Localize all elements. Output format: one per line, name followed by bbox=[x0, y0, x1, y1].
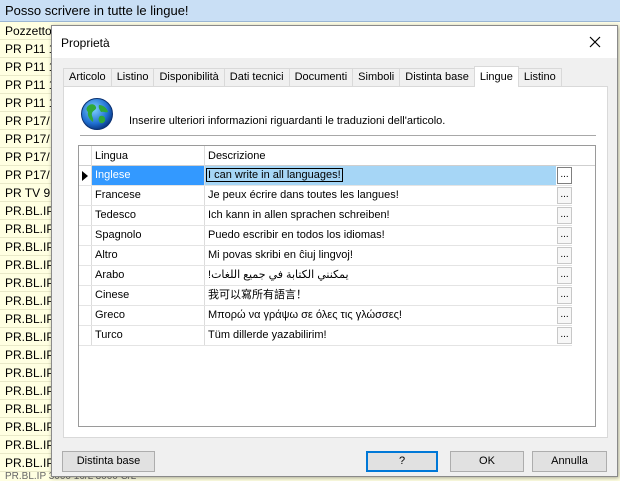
grid-header: Lingua Descrizione bbox=[79, 146, 595, 166]
row-indicator[interactable] bbox=[79, 186, 92, 205]
row-indicator[interactable] bbox=[79, 266, 92, 285]
lingua-cell[interactable]: Spagnolo bbox=[92, 226, 205, 245]
close-button[interactable] bbox=[573, 26, 617, 58]
table-row[interactable]: Altro Mi povas skribi en ĉiuj lingvoj!... bbox=[79, 246, 572, 266]
row-indicator[interactable] bbox=[79, 246, 92, 265]
table-row[interactable]: Inglese I can write in all languages!... bbox=[79, 166, 572, 186]
tab-listino[interactable]: Listino bbox=[110, 68, 155, 87]
ok-button[interactable]: OK bbox=[450, 451, 524, 472]
descrizione-cell[interactable]: 我可以寫所有語言！ bbox=[205, 286, 556, 305]
info-text: Inserire ulteriori informazioni riguarda… bbox=[129, 115, 446, 127]
tab-lingue[interactable]: Lingue bbox=[473, 66, 519, 87]
tab-simboli[interactable]: Simboli bbox=[352, 68, 401, 87]
table-row[interactable]: Turco Tüm dillerde yazabilirim!... bbox=[79, 326, 572, 346]
lingua-cell[interactable]: Cinese bbox=[92, 286, 205, 305]
row-indicator[interactable] bbox=[79, 326, 92, 345]
ellipsis-button[interactable]: ... bbox=[557, 267, 572, 284]
table-row[interactable]: Tedesco Ich kann in allen sprachen schrei… bbox=[79, 206, 572, 226]
table-row[interactable]: Greco Μπορώ να γράψω σε όλες τις γλώσσες!… bbox=[79, 306, 572, 326]
lingua-cell[interactable]: Altro bbox=[92, 246, 205, 265]
help-button[interactable]: ? bbox=[366, 451, 438, 472]
ellipsis-button[interactable]: ... bbox=[557, 167, 572, 184]
column-header-descrizione[interactable]: Descrizione bbox=[205, 146, 571, 166]
current-row-arrow-icon bbox=[82, 171, 88, 181]
row-indicator[interactable] bbox=[79, 286, 92, 305]
close-icon bbox=[589, 36, 601, 48]
descrizione-text: Je peux écrire dans toutes les langues! bbox=[208, 189, 399, 201]
descrizione-cell[interactable]: Ich kann in allen sprachen schreiben! bbox=[205, 206, 556, 225]
divider bbox=[80, 135, 596, 136]
tab-panel-lingue: Inserire ulteriori informazioni riguarda… bbox=[63, 86, 608, 438]
translations-grid: Lingua Descrizione Inglese I can write in… bbox=[78, 145, 596, 427]
globe-icon bbox=[81, 98, 113, 130]
descrizione-text: Ich kann in allen sprachen schreiben! bbox=[208, 209, 390, 221]
descrizione-cell[interactable]: I can write in all languages! bbox=[205, 166, 556, 185]
distinta-base-button[interactable]: Distinta base bbox=[62, 451, 155, 472]
properties-dialog: Proprietà Articolo Listino Disponibilità Da… bbox=[51, 25, 618, 477]
descrizione-cell[interactable]: Μπορώ να γράψω σε όλες τις γλώσσες! bbox=[205, 306, 556, 325]
tab-disponibilit-[interactable]: Disponibilità bbox=[153, 68, 225, 87]
table-row[interactable]: Francese Je peux écrire dans toutes les l… bbox=[79, 186, 572, 206]
descrizione-text: Μπορώ να γράψω σε όλες τις γλώσσες! bbox=[208, 309, 402, 321]
descrizione-text: Tüm dillerde yazabilirim! bbox=[208, 329, 327, 341]
dialog-title: Proprietà bbox=[61, 36, 110, 50]
descrizione-text[interactable]: I can write in all languages! bbox=[206, 168, 343, 182]
row-indicator-header bbox=[79, 146, 92, 166]
ellipsis-button[interactable]: ... bbox=[557, 227, 572, 244]
descrizione-cell[interactable]: !يمكنني الكتابة في جميع اللغات bbox=[205, 266, 556, 285]
descrizione-cell[interactable]: Mi povas skribi en ĉiuj lingvoj! bbox=[205, 246, 556, 265]
tab-listino-2[interactable]: Listino bbox=[517, 68, 562, 87]
annulla-button[interactable]: Annulla bbox=[532, 451, 607, 472]
descrizione-cell[interactable]: Je peux écrire dans toutes les langues! bbox=[205, 186, 556, 205]
lingua-cell[interactable]: Greco bbox=[92, 306, 205, 325]
descrizione-cell[interactable]: Tüm dillerde yazabilirim! bbox=[205, 326, 556, 345]
descrizione-text: 我可以寫所有語言！ bbox=[208, 289, 307, 301]
tab-articolo[interactable]: Articolo bbox=[63, 68, 112, 87]
descrizione-text: !يمكنني الكتابة في جميع اللغات bbox=[208, 269, 349, 281]
tab-documenti[interactable]: Documenti bbox=[288, 68, 354, 87]
ellipsis-button[interactable]: ... bbox=[557, 307, 572, 324]
lingua-cell[interactable]: Turco bbox=[92, 326, 205, 345]
table-row[interactable]: Arabo !يمكنني الكتابة في جميع اللغات... bbox=[79, 266, 572, 286]
ellipsis-button[interactable]: ... bbox=[557, 287, 572, 304]
row-indicator[interactable] bbox=[79, 206, 92, 225]
descrizione-text: Mi povas skribi en ĉiuj lingvoj! bbox=[208, 249, 353, 261]
row-indicator[interactable] bbox=[79, 166, 92, 185]
lingua-cell[interactable]: Arabo bbox=[92, 266, 205, 285]
descrizione-cell[interactable]: Puedo escribir en todos los idiomas! bbox=[205, 226, 556, 245]
column-header-lingua[interactable]: Lingua bbox=[92, 146, 205, 166]
row-indicator[interactable] bbox=[79, 226, 92, 245]
descrizione-text: Puedo escribir en todos los idiomas! bbox=[208, 229, 385, 241]
ellipsis-button[interactable]: ... bbox=[557, 187, 572, 204]
ellipsis-button[interactable]: ... bbox=[557, 207, 572, 224]
tab-strip: Articolo Listino Disponibilità Dati tecnici… bbox=[63, 66, 562, 87]
dialog-title-bar: Proprietà bbox=[52, 26, 617, 58]
row-indicator[interactable] bbox=[79, 306, 92, 325]
lingua-cell[interactable]: Tedesco bbox=[92, 206, 205, 225]
background-title-bar: Posso scrivere in tutte le lingue! bbox=[0, 0, 620, 22]
lingua-cell[interactable]: Inglese bbox=[92, 166, 205, 185]
lingua-cell[interactable]: Francese bbox=[92, 186, 205, 205]
table-row[interactable]: Spagnolo Puedo escribir en todos los idio… bbox=[79, 226, 572, 246]
tab-dati-tecnici[interactable]: Dati tecnici bbox=[223, 68, 290, 87]
table-row[interactable]: Cinese 我可以寫所有語言！... bbox=[79, 286, 572, 306]
ellipsis-button[interactable]: ... bbox=[557, 247, 572, 264]
ellipsis-button[interactable]: ... bbox=[557, 327, 572, 344]
tab-distinta-base[interactable]: Distinta base bbox=[399, 68, 475, 87]
